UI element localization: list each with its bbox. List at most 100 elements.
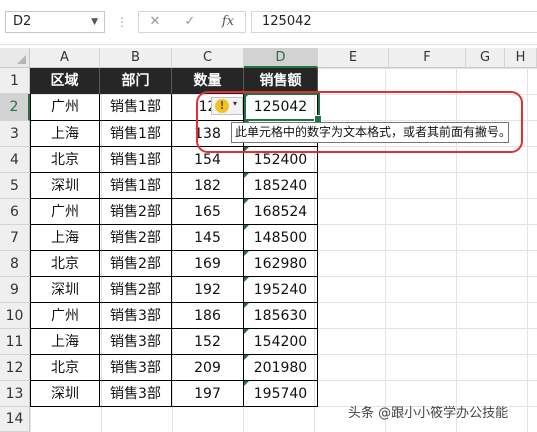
table-cell-region[interactable]: 广州 [30, 94, 100, 121]
table-cell-qty-value: 197 [194, 386, 221, 402]
number-as-text-flag-icon [244, 355, 249, 360]
table-cell-region[interactable]: 上海 [30, 329, 100, 355]
table-cell-dept[interactable]: 销售3部 [100, 303, 172, 329]
number-as-text-flag-icon [244, 225, 249, 230]
table-cell-sales-value: 185630 [253, 308, 308, 324]
table-cell-sales-value: 152400 [253, 152, 308, 168]
column-header-a[interactable]: A [30, 48, 100, 68]
name-box-value: D2 [13, 14, 32, 29]
row-header-9[interactable]: 9 [0, 277, 30, 303]
table-cell-sales[interactable]: 168524 [244, 199, 318, 225]
formula-bar-grip-icon[interactable]: ⋮ [116, 15, 129, 29]
table-cell-dept[interactable]: 销售1部 [100, 173, 172, 199]
insert-function-icon[interactable]: fx [217, 12, 239, 32]
table-cell-dept[interactable]: 销售2部 [100, 277, 172, 303]
table-cell-qty[interactable]: 209 [172, 355, 244, 381]
enter-icon[interactable]: ✓ [179, 12, 201, 32]
table-header-1[interactable]: 区域 [30, 68, 100, 94]
name-box[interactable]: D2 ▼ [5, 11, 105, 33]
row-header-12[interactable]: 12 [0, 355, 30, 381]
table-cell-sales-value: 162980 [253, 256, 308, 272]
table-cell-dept[interactable]: 销售1部 [100, 147, 172, 173]
table-cell-qty[interactable]: 182 [172, 173, 244, 199]
table-cell-dept[interactable]: 销售3部 [100, 381, 172, 407]
table-header-2[interactable]: 部门 [100, 68, 172, 94]
row-header-13[interactable]: 13 [0, 381, 30, 407]
formula-buttons: ✕ ✓ fx [138, 11, 246, 33]
table-cell-region-value: 广州 [51, 308, 79, 324]
table-cell-region-value: 北京 [51, 152, 79, 168]
row-header-11[interactable]: 11 [0, 329, 30, 355]
table-cell-dept-value: 销售3部 [110, 386, 161, 402]
table-cell-dept[interactable]: 销售3部 [100, 355, 172, 381]
column-header-h[interactable]: H [505, 48, 537, 68]
table-cell-dept-value: 销售1部 [110, 152, 161, 168]
table-cell-dept[interactable]: 销售1部 [100, 121, 172, 147]
table-cell-region[interactable]: 北京 [30, 355, 100, 381]
number-as-text-flag-icon [244, 381, 249, 386]
column-header-d[interactable]: D [244, 48, 318, 68]
table-cell-dept[interactable]: 销售1部 [100, 94, 172, 121]
table-cell-qty[interactable]: 186 [172, 303, 244, 329]
table-cell-region[interactable]: 上海 [30, 225, 100, 251]
row-header-14[interactable]: 14 [0, 407, 30, 432]
table-cell-region[interactable]: 深圳 [30, 173, 100, 199]
table-cell-sales[interactable]: 148500 [244, 225, 318, 251]
table-cell-dept[interactable]: 销售2部 [100, 225, 172, 251]
cancel-icon[interactable]: ✕ [144, 12, 166, 32]
chevron-down-icon[interactable]: ▼ [91, 12, 98, 32]
table-cell-sales-value: 195740 [253, 386, 308, 402]
table-cell-dept[interactable]: 销售2部 [100, 199, 172, 225]
row-header-1[interactable]: 1 [0, 68, 30, 94]
table-cell-dept-value: 销售3部 [110, 334, 161, 350]
column-header-c[interactable]: C [172, 48, 244, 68]
table-cell-region[interactable]: 广州 [30, 303, 100, 329]
table-cell-sales[interactable]: 185630 [244, 303, 318, 329]
table-cell-sales[interactable]: 195740 [244, 381, 318, 407]
column-header-e[interactable]: E [318, 48, 389, 68]
number-as-text-flag-icon [244, 251, 249, 256]
table-cell-qty[interactable]: 152 [172, 329, 244, 355]
table-cell-sales[interactable]: 195240 [244, 277, 318, 303]
table-cell-region[interactable]: 北京 [30, 147, 100, 173]
column-header-g[interactable]: G [466, 48, 505, 68]
table-cell-sales[interactable]: 185240 [244, 173, 318, 199]
row-header-4[interactable]: 4 [0, 147, 30, 173]
row-header-10[interactable]: 10 [0, 303, 30, 329]
table-cell-qty[interactable]: 165 [172, 199, 244, 225]
table-cell-region[interactable]: 上海 [30, 121, 100, 147]
table-cell-qty[interactable]: 169 [172, 251, 244, 277]
table-cell-sales[interactable]: 154200 [244, 329, 318, 355]
table-cell-qty-value: 165 [194, 204, 221, 220]
table-cell-qty[interactable]: 197 [172, 381, 244, 407]
column-header-f[interactable]: F [389, 48, 466, 68]
table-cell-qty[interactable]: 145 [172, 225, 244, 251]
table-cell-sales-value: 154200 [253, 334, 308, 350]
table-cell-qty[interactable]: 192 [172, 277, 244, 303]
row-header-2[interactable]: 2 [0, 94, 30, 121]
table-cell-region-value: 深圳 [51, 178, 79, 194]
table-cell-region[interactable]: 北京 [30, 251, 100, 277]
table-cell-region-value: 上海 [51, 334, 79, 350]
row-header-8[interactable]: 8 [0, 251, 30, 277]
table-cell-region[interactable]: 深圳 [30, 277, 100, 303]
table-cell-dept-value: 销售2部 [110, 230, 161, 246]
table-cell-qty-value: 186 [194, 308, 221, 324]
formula-input[interactable]: 125042 [251, 11, 537, 33]
row-header-7[interactable]: 7 [0, 225, 30, 251]
table-cell-region-value: 上海 [51, 230, 79, 246]
select-all-button[interactable] [0, 48, 30, 68]
row-header-5[interactable]: 5 [0, 173, 30, 199]
row-header-6[interactable]: 6 [0, 199, 30, 225]
number-as-text-flag-icon [244, 329, 249, 334]
table-cell-sales[interactable]: 162980 [244, 251, 318, 277]
table-cell-dept[interactable]: 销售3部 [100, 329, 172, 355]
table-cell-sales[interactable]: 201980 [244, 355, 318, 381]
table-cell-dept[interactable]: 销售2部 [100, 251, 172, 277]
table-cell-region[interactable]: 深圳 [30, 381, 100, 407]
table-cell-region-value: 上海 [51, 126, 79, 142]
row-header-3[interactable]: 3 [0, 121, 30, 147]
table-cell-region[interactable]: 广州 [30, 199, 100, 225]
number-as-text-flag-icon [244, 277, 249, 282]
column-header-b[interactable]: B [100, 48, 172, 68]
